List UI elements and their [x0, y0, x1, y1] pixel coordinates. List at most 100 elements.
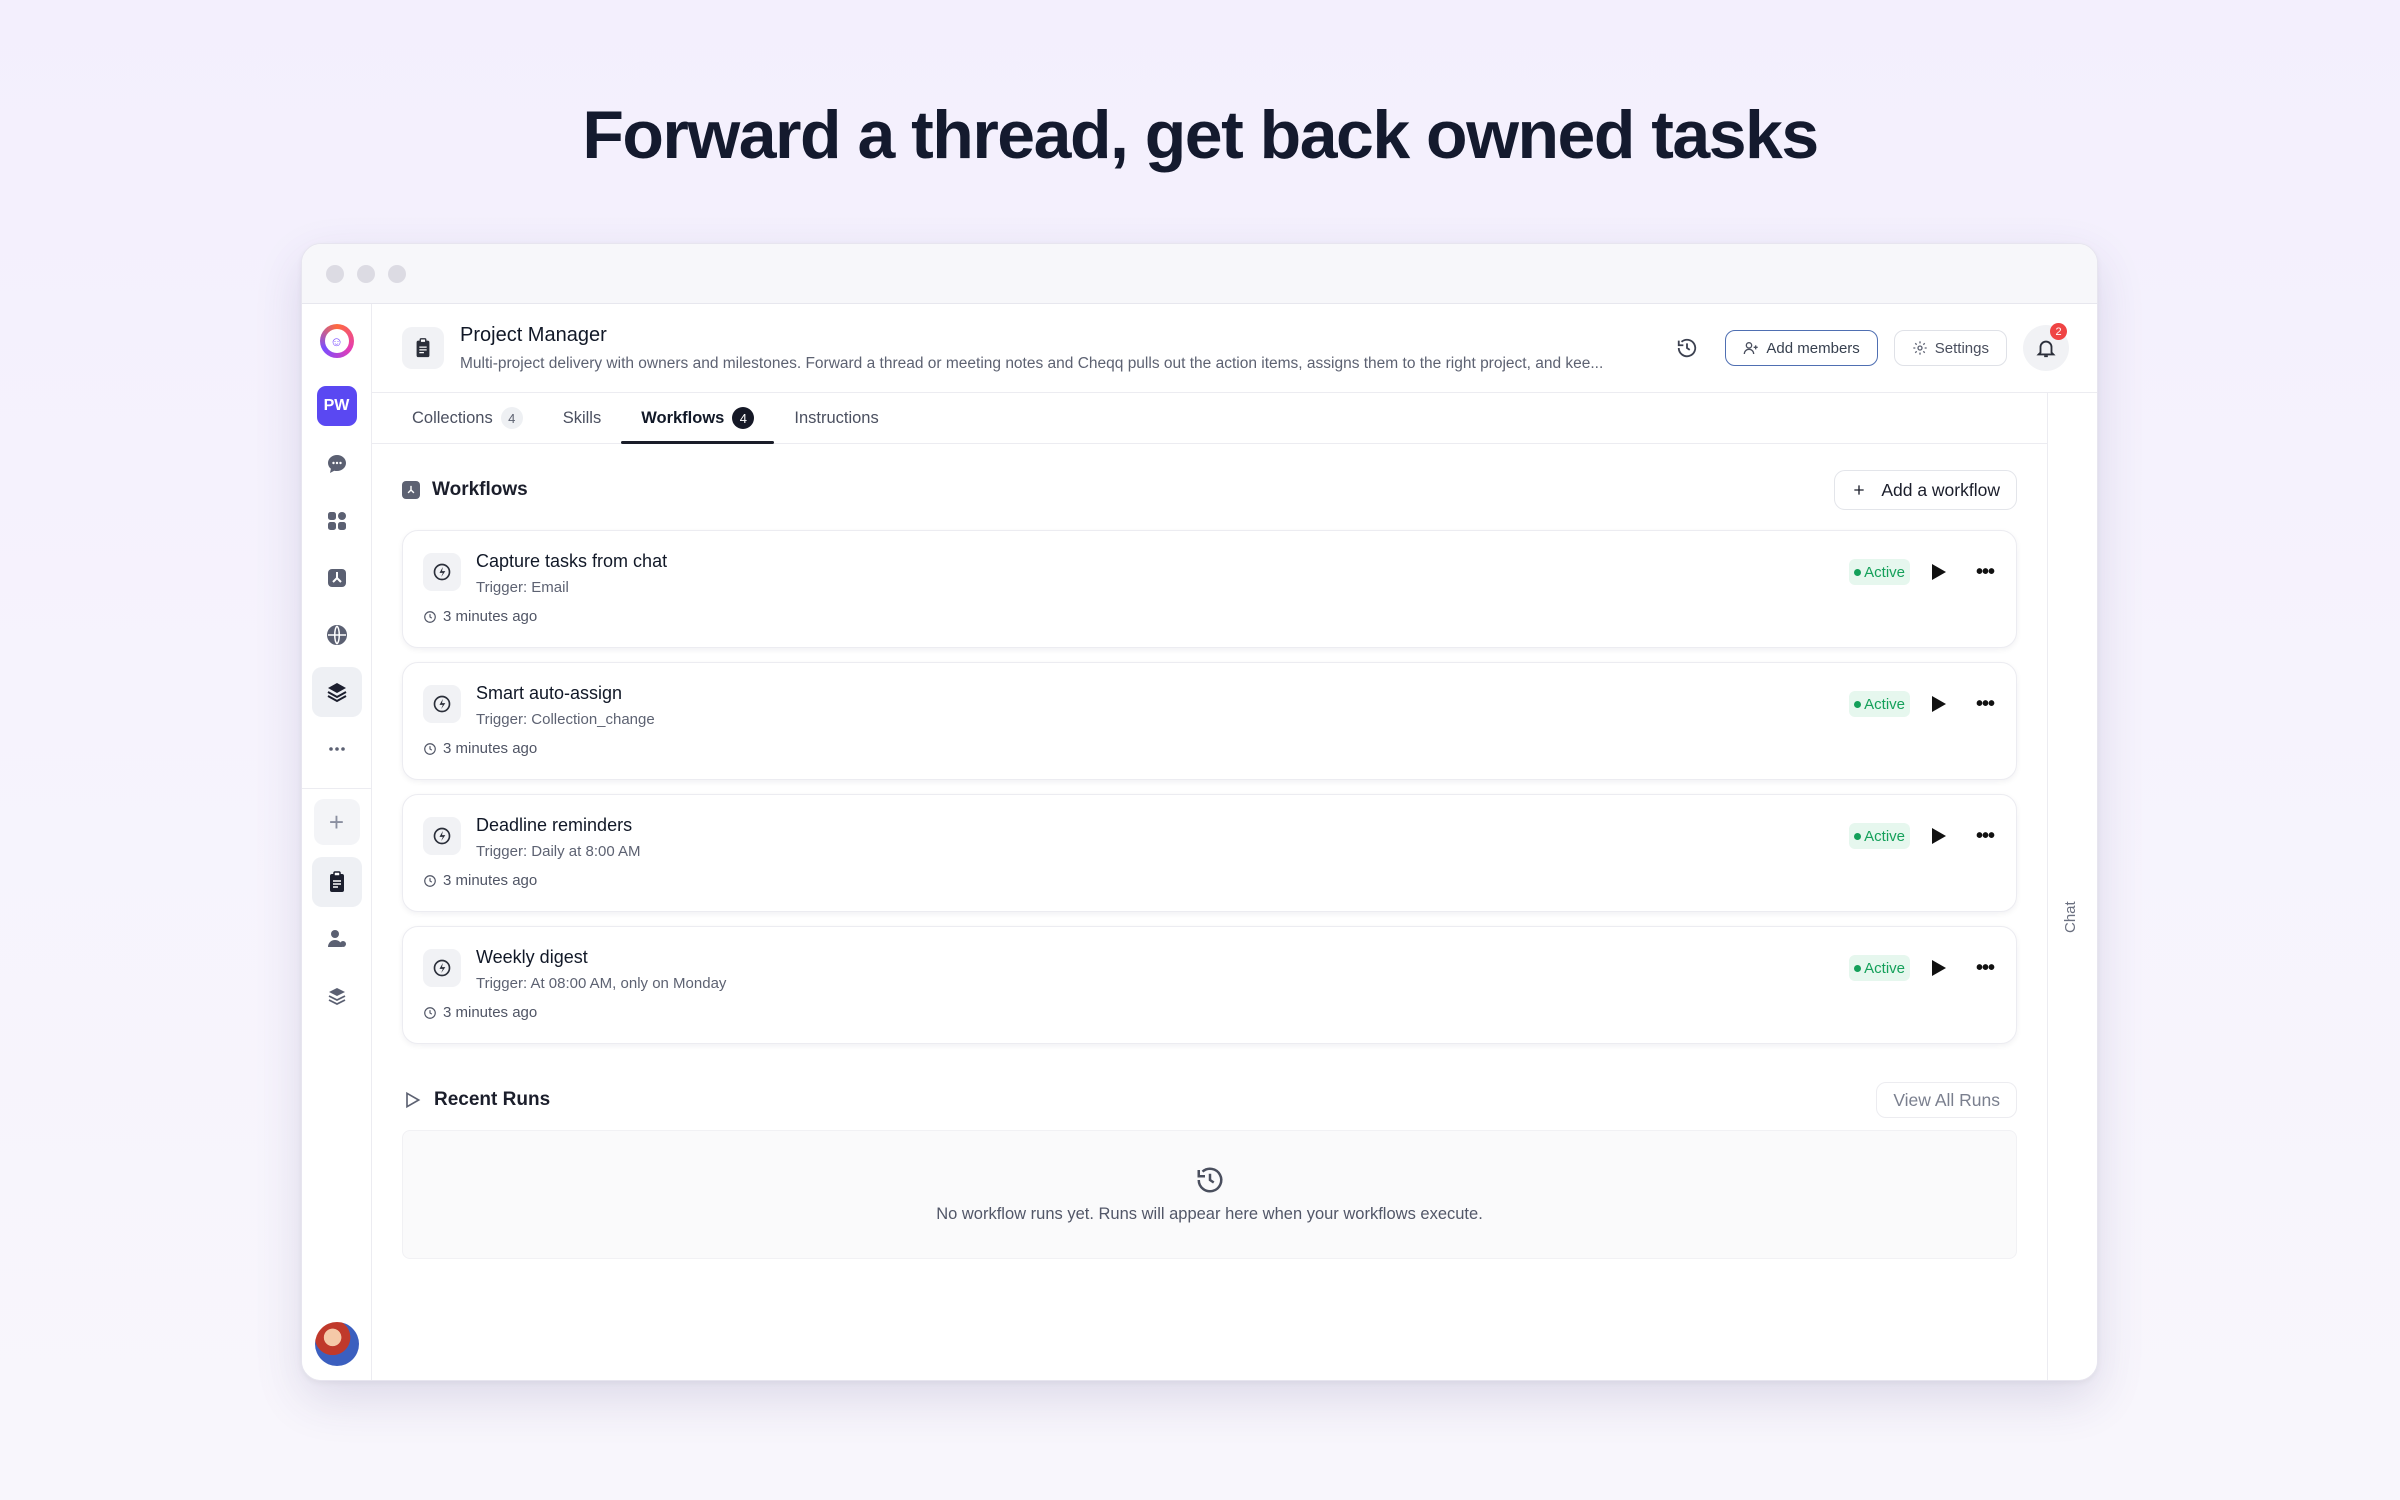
settings-label: Settings [1934, 339, 1989, 357]
tab-count-badge: 4 [500, 407, 523, 429]
status-badge: Active [1849, 823, 1910, 849]
chat-icon[interactable] [312, 439, 362, 489]
workflow-card[interactable]: Capture tasks from chat Trigger: Email 3… [402, 530, 2017, 648]
workflow-updated: 3 minutes ago [423, 740, 537, 757]
section-title-text: Workflows [432, 479, 528, 500]
sidebar: ☺ PW + [302, 304, 372, 1380]
window-maximize-dot[interactable] [388, 264, 406, 283]
tab-skills[interactable]: Skills [543, 393, 622, 443]
workflow-name: Capture tasks from chat [476, 551, 668, 571]
status-text: Active [1864, 695, 1905, 713]
chat-rail-label: Chat [2062, 901, 2079, 933]
play-outline-icon [406, 1091, 421, 1109]
tab-label: Skills [562, 408, 602, 427]
play-icon[interactable] [1930, 958, 1948, 978]
status-badge: Active [1849, 691, 1910, 717]
tab-bar: Collections 4 Skills Workflows 4 Instruc… [372, 393, 2047, 444]
recent-runs-title: Recent Runs [402, 1089, 550, 1111]
add-workflow-button[interactable]: Add a workflow [1834, 470, 2017, 510]
layers-icon[interactable] [311, 667, 362, 717]
app-logo[interactable]: ☺ [319, 324, 354, 358]
clipboard-icon [402, 327, 444, 369]
settings-button[interactable]: Settings [1893, 330, 2007, 366]
clock-icon [424, 610, 436, 623]
workflow-card[interactable]: Weekly digest Trigger: At 08:00 AM, only… [402, 926, 2017, 1044]
clock-icon [424, 874, 436, 887]
workflow-updated: 3 minutes ago [423, 608, 537, 625]
play-icon[interactable] [1930, 562, 1948, 582]
apps-grid-icon[interactable] [312, 496, 362, 546]
hero-title: Forward a thread, get back owned tasks [582, 97, 1819, 173]
workspace-avatar[interactable]: PW [316, 386, 357, 426]
workflow-updated: 3 minutes ago [423, 872, 537, 889]
workflow-card[interactable]: Deadline reminders Trigger: Daily at 8:0… [402, 794, 2017, 912]
stack-icon[interactable] [312, 971, 362, 1021]
workflow-time: 3 minutes ago [443, 872, 538, 889]
status-text: Active [1864, 827, 1905, 845]
user-avatar[interactable] [315, 1322, 359, 1366]
page-header: Project Manager Multi-project delivery w… [372, 304, 2097, 393]
page-description: Multi-project delivery with owners and m… [460, 354, 1604, 372]
more-options-icon[interactable]: ••• [1976, 958, 1996, 978]
workflow-name: Weekly digest [476, 947, 588, 967]
tab-count-badge: 4 [732, 407, 755, 429]
view-all-runs-button[interactable]: View All Runs [1876, 1082, 2017, 1118]
workflows-section-title: Workflows [402, 479, 528, 501]
more-options-icon[interactable]: ••• [1976, 694, 1996, 714]
tab-label: Workflows [641, 408, 725, 427]
workflow-trigger: Trigger: Daily at 8:00 AM [476, 843, 641, 860]
user-settings-icon[interactable] [312, 914, 362, 964]
play-icon[interactable] [1930, 826, 1948, 846]
history-icon[interactable] [1667, 328, 1707, 368]
globe-icon[interactable] [312, 610, 362, 660]
workflow-card[interactable]: Smart auto-assign Trigger: Collection_ch… [402, 662, 2017, 780]
workflow-time: 3 minutes ago [443, 1004, 538, 1021]
play-icon[interactable] [1930, 694, 1948, 714]
runs-empty-state: No workflow runs yet. Runs will appear h… [402, 1130, 2017, 1259]
add-members-button[interactable]: Add members [1725, 330, 1878, 366]
notifications-button[interactable]: 2 [2023, 323, 2069, 371]
clock-icon [424, 742, 436, 755]
workflow-name: Smart auto-assign [476, 683, 623, 703]
workflows-icon[interactable] [312, 553, 362, 603]
add-workflow-label: Add a workflow [1881, 479, 2000, 500]
user-add-icon [1744, 342, 1759, 355]
workflow-updated: 3 minutes ago [423, 1004, 537, 1021]
window-titlebar [302, 244, 2097, 304]
gear-icon [1913, 341, 1927, 355]
more-options-icon[interactable]: ••• [1976, 826, 1996, 846]
status-badge: Active [1849, 559, 1910, 585]
recent-runs-title-text: Recent Runs [434, 1089, 551, 1110]
workflow-trigger: Trigger: At 08:00 AM, only on Monday [476, 975, 727, 992]
window-minimize-dot[interactable] [357, 264, 375, 283]
bolt-circle-icon [423, 685, 461, 723]
workflows-icon [402, 481, 420, 499]
tab-label: Collections [412, 408, 493, 427]
bolt-circle-icon [423, 817, 461, 855]
tab-instructions[interactable]: Instructions [774, 393, 898, 443]
history-icon [1197, 1167, 1222, 1193]
plus-icon [1854, 485, 1864, 495]
more-options-icon[interactable]: ••• [1976, 562, 1996, 582]
tab-collections[interactable]: Collections 4 [392, 393, 543, 443]
notification-count-badge: 2 [2050, 323, 2067, 340]
clipboard-icon[interactable] [311, 857, 362, 907]
status-badge: Active [1849, 955, 1910, 981]
chat-rail[interactable]: Chat [2047, 393, 2097, 1380]
workflow-trigger: Trigger: Email [476, 579, 569, 596]
bolt-circle-icon [423, 553, 461, 591]
sidebar-divider [302, 788, 372, 789]
add-members-label: Add members [1766, 339, 1860, 357]
workflow-list: Capture tasks from chat Trigger: Email 3… [402, 530, 2017, 1044]
window-close-dot[interactable] [326, 264, 344, 283]
tab-workflows[interactable]: Workflows 4 [621, 393, 775, 444]
empty-state-text: No workflow runs yet. Runs will appear h… [936, 1205, 1483, 1223]
workflow-name: Deadline reminders [476, 815, 633, 835]
add-agent-button[interactable]: + [313, 799, 360, 845]
bell-icon [2036, 340, 2056, 358]
tab-label: Instructions [794, 408, 879, 427]
status-text: Active [1864, 563, 1905, 581]
clock-icon [424, 1006, 436, 1019]
more-icon[interactable] [312, 724, 362, 774]
workflow-time: 3 minutes ago [443, 740, 538, 757]
